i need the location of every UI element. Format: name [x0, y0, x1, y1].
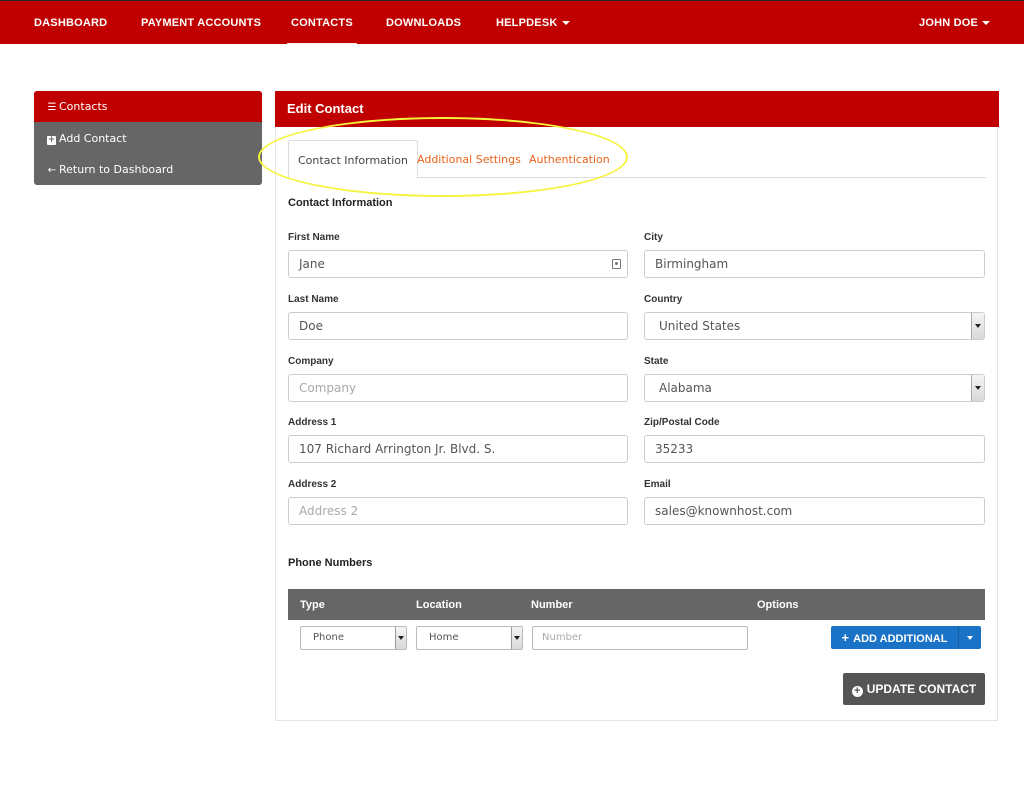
sidebar-item-label: Add Contact — [59, 132, 127, 145]
col-location: Location — [416, 599, 462, 611]
panel-title: Edit Contact — [275, 91, 999, 127]
state-select[interactable]: Alabama — [644, 374, 985, 402]
nav-helpdesk[interactable]: HELPDESK — [496, 1, 570, 45]
dropdown-arrow-icon — [971, 313, 984, 339]
city-label: City — [644, 232, 663, 243]
contact-card-icon[interactable] — [612, 259, 621, 269]
city-field[interactable]: Birmingham — [644, 250, 985, 278]
dropdown-arrow-icon — [971, 375, 984, 401]
col-number: Number — [531, 599, 573, 611]
plus-circle-icon: + — [851, 686, 863, 697]
col-type: Type — [300, 599, 325, 611]
section-title: Contact Information — [288, 197, 393, 209]
phone-type-value: Phone — [313, 632, 344, 643]
caret-down-icon — [561, 21, 570, 26]
tab-additional-settings[interactable]: Additional Settings — [417, 140, 521, 178]
last-name-field[interactable]: Doe — [288, 312, 628, 340]
country-value: United States — [659, 319, 741, 333]
add-additional-label: ADD ADDITIONAL — [853, 633, 948, 645]
address1-field[interactable]: 107 Richard Arrington Jr. Blvd. S. — [288, 435, 628, 463]
tab-contact-information[interactable]: Contact Information — [288, 140, 418, 179]
first-name-value: Jane — [299, 257, 325, 271]
update-contact-label: UPDATE CONTACT — [866, 682, 977, 696]
phone-numbers-title: Phone Numbers — [288, 557, 373, 569]
state-value: Alabama — [659, 381, 712, 395]
country-select[interactable]: United States — [644, 312, 985, 340]
top-navbar: DASHBOARD PAYMENT ACCOUNTS CONTACTS DOWN… — [0, 0, 1024, 45]
add-additional-dropdown-toggle[interactable] — [958, 626, 981, 649]
tab-authentication[interactable]: Authentication — [529, 140, 610, 178]
sidebar-item-return-dashboard[interactable]: ← Return to Dashboard — [34, 154, 262, 185]
nav-user-menu[interactable]: JOHN DOE — [919, 1, 991, 45]
phone-location-value: Home — [429, 632, 459, 643]
tab-bar: Contact Information Additional Settings … — [288, 140, 986, 179]
zip-label: Zip/Postal Code — [644, 417, 720, 428]
address2-field[interactable]: Address 2 — [288, 497, 628, 525]
first-name-field[interactable]: Jane — [288, 250, 628, 278]
nav-downloads[interactable]: DOWNLOADS — [386, 1, 461, 45]
plus-icon: + — [841, 630, 850, 645]
dropdown-arrow-icon — [395, 627, 406, 649]
add-additional-button[interactable]: + ADD ADDITIONAL — [831, 626, 981, 649]
add-additional-main[interactable]: + ADD ADDITIONAL — [831, 626, 958, 649]
nav-user-label: JOHN DOE — [919, 17, 979, 29]
update-contact-button[interactable]: + UPDATE CONTACT — [843, 673, 985, 705]
zip-field[interactable]: 35233 — [644, 435, 985, 463]
phone-type-select[interactable]: Phone — [300, 626, 407, 650]
caret-down-icon — [982, 21, 991, 26]
dropdown-arrow-icon — [511, 627, 522, 649]
country-label: Country — [644, 294, 683, 305]
phone-table-header: Type Location Number Options — [288, 589, 985, 620]
company-label: Company — [288, 356, 334, 367]
last-name-label: Last Name — [288, 294, 339, 305]
address2-label: Address 2 — [288, 479, 337, 490]
sidebar-item-contacts[interactable]: ☰ Contacts — [34, 91, 262, 122]
plus-square-icon: + — [47, 135, 56, 145]
company-field[interactable]: Company — [288, 374, 628, 402]
list-icon: ☰ — [47, 102, 57, 113]
nav-helpdesk-label: HELPDESK — [496, 17, 558, 29]
arrow-left-icon: ← — [47, 165, 57, 176]
nav-payment-accounts[interactable]: PAYMENT ACCOUNTS — [141, 1, 261, 45]
sidebar-item-add-contact[interactable]: + Add Contact — [34, 123, 262, 154]
email-label: Email — [644, 479, 671, 490]
phone-location-select[interactable]: Home — [416, 626, 523, 650]
nav-contacts[interactable]: CONTACTS — [287, 1, 357, 45]
address1-label: Address 1 — [288, 417, 337, 428]
first-name-label: First Name — [288, 232, 340, 243]
sidebar-item-label: Return to Dashboard — [59, 163, 174, 176]
state-label: State — [644, 356, 669, 367]
sidebar: ☰ Contacts + Add Contact ← Return to Dashbo… — [34, 91, 262, 185]
nav-dashboard[interactable]: DASHBOARD — [34, 1, 107, 45]
email-field[interactable]: sales@knownhost.com — [644, 497, 985, 525]
phone-number-input[interactable]: Number — [532, 626, 748, 650]
col-options: Options — [757, 599, 799, 611]
sidebar-item-label: Contacts — [59, 100, 108, 113]
